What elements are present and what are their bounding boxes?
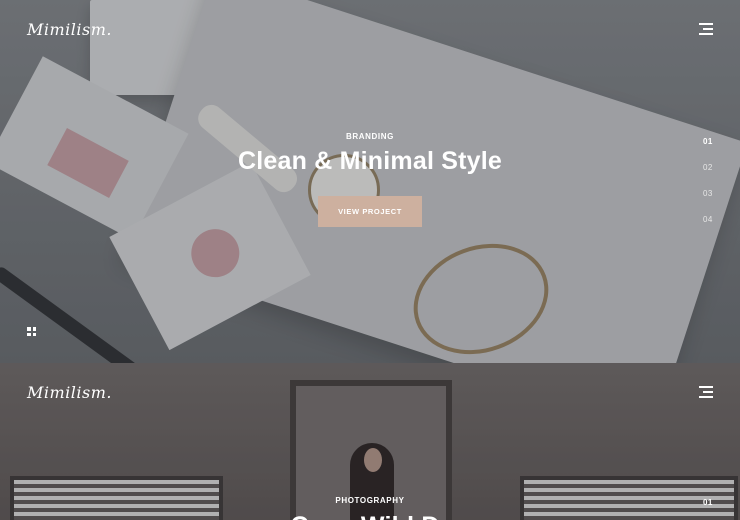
site-logo[interactable]: Mimilism. (27, 20, 112, 39)
pager-item-01[interactable]: 01 (703, 137, 713, 163)
slide-category: BRANDING (346, 132, 394, 141)
slide-pager: 01 (703, 498, 713, 520)
view-project-button[interactable]: VIEW PROJECT (318, 196, 422, 227)
slide-pager: 01 02 03 04 (703, 137, 713, 241)
hero-slide-branding: Mimilism. BRANDING Clean & Minimal Style… (0, 0, 740, 363)
slide-caption: BRANDING Clean & Minimal Style VIEW PROJ… (0, 132, 740, 227)
slide-category: PHOTOGRAPHY (335, 496, 405, 505)
pager-item-02[interactable]: 02 (703, 163, 713, 189)
slide-title: Crow Wild Dr (0, 512, 740, 520)
hamburger-menu-icon[interactable] (699, 23, 713, 35)
pager-item-04[interactable]: 04 (703, 215, 713, 241)
slide-title: Clean & Minimal Style (238, 147, 502, 175)
hamburger-menu-icon[interactable] (699, 386, 713, 398)
grid-icon[interactable] (27, 327, 36, 336)
slide-caption: PHOTOGRAPHY Crow Wild Dr (0, 496, 740, 520)
site-logo[interactable]: Mimilism. (27, 383, 112, 402)
pager-item-01[interactable]: 01 (703, 498, 713, 520)
hero-slide-photography: Mimilism. PHOTOGRAPHY Crow Wild Dr 01 (0, 363, 740, 520)
pager-item-03[interactable]: 03 (703, 189, 713, 215)
